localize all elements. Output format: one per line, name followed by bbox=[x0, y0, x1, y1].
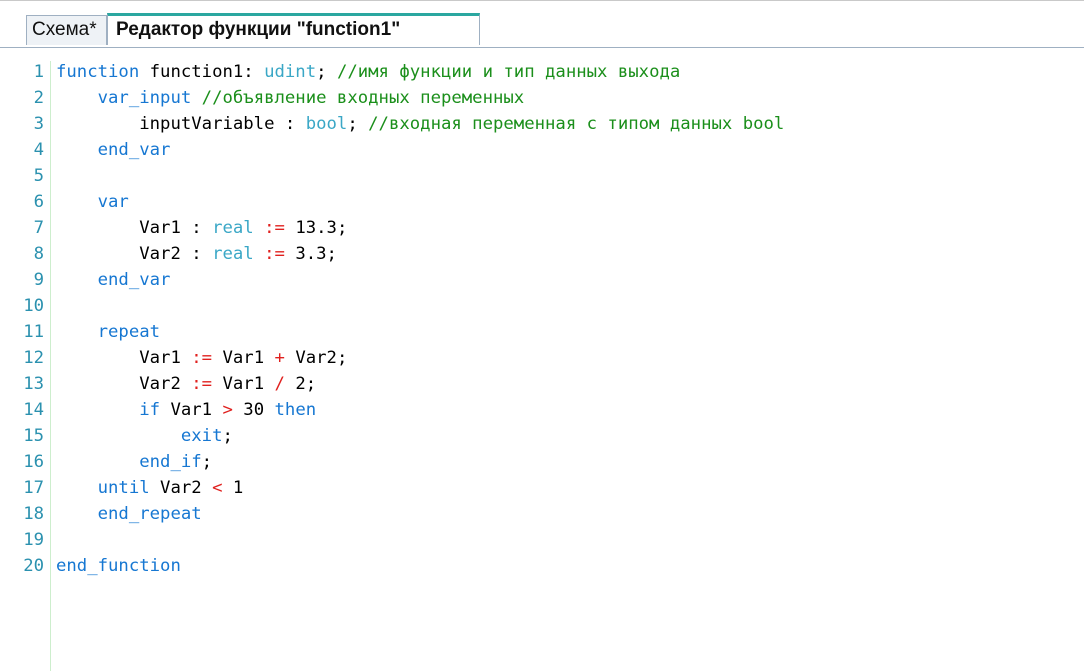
code-text[interactable]: repeat bbox=[56, 319, 160, 345]
code-text[interactable]: end_var bbox=[56, 137, 171, 163]
code-text[interactable]: end_function bbox=[56, 553, 181, 579]
code-text[interactable]: Var1 : real := 13.3; bbox=[56, 215, 347, 241]
code-editor[interactable]: 1 function function1: udint; //имя функци… bbox=[0, 57, 1084, 671]
line-number: 20 bbox=[23, 556, 44, 576]
line-number: 19 bbox=[23, 530, 44, 550]
code-text[interactable]: if Var1 > 30 then bbox=[56, 397, 316, 423]
line-number: 18 bbox=[23, 504, 44, 524]
code-text[interactable]: end_repeat bbox=[56, 501, 202, 527]
code-text[interactable]: inputVariable : bool; //входная переменн… bbox=[56, 111, 784, 137]
code-text[interactable]: var_input //объявление входных переменны… bbox=[56, 85, 525, 111]
line-number: 16 bbox=[23, 452, 44, 472]
line-number: 1 bbox=[33, 62, 44, 82]
line-number: 11 bbox=[23, 322, 44, 342]
code-text[interactable]: Var2 := Var1 / 2; bbox=[56, 371, 316, 397]
line-number: 7 bbox=[33, 218, 44, 238]
line-number: 13 bbox=[23, 374, 44, 394]
tab-function-editor[interactable]: Редактор функции "function1" bbox=[107, 13, 480, 45]
line-number: 6 bbox=[33, 192, 44, 212]
code-text[interactable]: Var2 : real := 3.3; bbox=[56, 241, 337, 267]
gutter-separator bbox=[50, 61, 51, 671]
code-text[interactable]: Var1 := Var1 + Var2; bbox=[56, 345, 347, 371]
line-number: 8 bbox=[33, 244, 44, 264]
code-text[interactable]: end_if; bbox=[56, 449, 212, 475]
line-number: 2 bbox=[33, 88, 44, 108]
code-text[interactable]: until Var2 < 1 bbox=[56, 475, 244, 501]
code-text[interactable]: exit; bbox=[56, 423, 233, 449]
line-number: 12 bbox=[23, 348, 44, 368]
line-number: 14 bbox=[23, 400, 44, 420]
line-number: 5 bbox=[33, 166, 44, 186]
window-top-border bbox=[0, 0, 1084, 1]
code-text[interactable]: var bbox=[56, 189, 129, 215]
line-number: 3 bbox=[33, 114, 44, 134]
line-number: 10 bbox=[23, 296, 44, 316]
line-number: 17 bbox=[23, 478, 44, 498]
tab-bar: Схема* Редактор функции "function1" bbox=[0, 13, 1084, 48]
code-text[interactable]: function function1: udint; //имя функции… bbox=[56, 59, 680, 85]
line-number: 15 bbox=[23, 426, 44, 446]
line-number: 4 bbox=[33, 140, 44, 160]
line-number: 9 bbox=[33, 270, 44, 290]
tab-schema[interactable]: Схема* bbox=[26, 15, 107, 45]
code-text[interactable]: end_var bbox=[56, 267, 171, 293]
